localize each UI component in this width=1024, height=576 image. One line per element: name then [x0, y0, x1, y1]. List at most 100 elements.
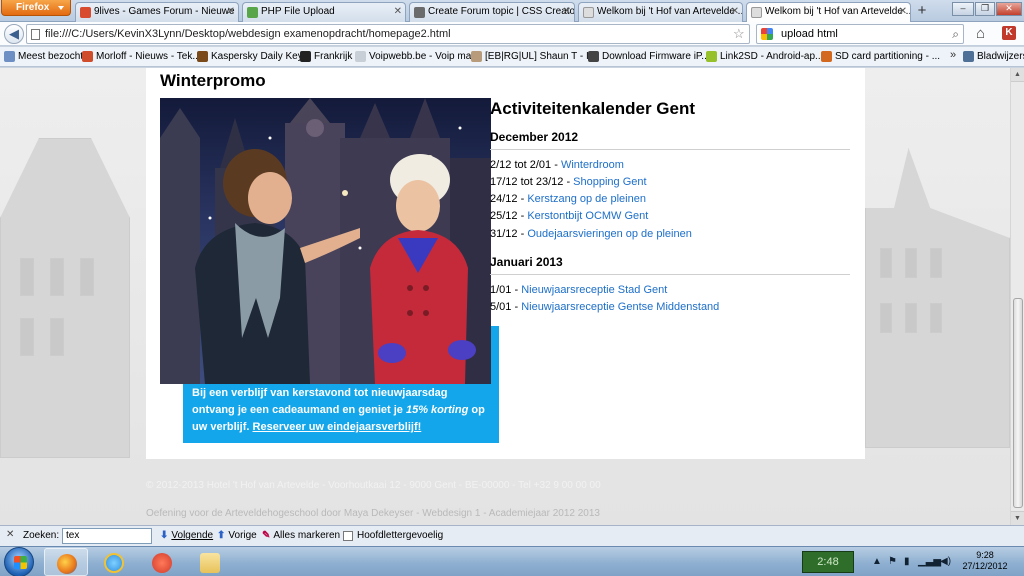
windows-logo-icon	[14, 556, 27, 569]
bookmark-label: Meest bezocht	[18, 51, 84, 62]
restore-button[interactable]: ❐	[975, 2, 995, 16]
content-panel: Winterpromo Bij een verblijf van kerstav…	[146, 68, 865, 459]
tab-bar: Firefox 9lives - Games Forum - Nieuwe ..…	[0, 0, 1024, 23]
network-icon[interactable]: ▁▃▅	[918, 556, 941, 567]
calendar-item: 24/12 - Kerstzang op de pleinen	[490, 193, 646, 205]
event-link-nieuwjaarsreceptie-stad[interactable]: Nieuwjaarsreceptie Stad Gent	[521, 284, 667, 296]
event-link-shopping-gent[interactable]: Shopping Gent	[573, 176, 646, 188]
firefox-icon	[57, 554, 77, 574]
google-search-engine-icon[interactable]	[761, 28, 773, 40]
bookmark-label: Frankrijk	[314, 51, 353, 62]
calendar-item: 1/01 - Nieuwjaarsreceptie Stad Gent	[490, 284, 667, 296]
find-previous-button[interactable]: ⬆ Vorige	[217, 530, 257, 541]
bookmark-sd-card[interactable]: SD card partitioning - ...	[821, 50, 940, 64]
tab-9lives[interactable]: 9lives - Games Forum - Nieuwe ... ✕	[75, 2, 239, 22]
calendar-item: 5/01 - Nieuwjaarsreceptie Gentse Middens…	[490, 301, 719, 313]
bookmark-download-firmware[interactable]: Download Firmware iP...	[588, 50, 710, 64]
flag-icon[interactable]: ⚑	[888, 556, 897, 567]
close-tab-icon[interactable]: ✕	[899, 3, 907, 21]
search-bar[interactable]: upload html ⌕	[756, 24, 964, 44]
reserve-link[interactable]: Reserveer uw eindejaarsverblijf!	[253, 421, 422, 433]
highlight-all-button[interactable]: ✎ Alles markeren	[262, 530, 340, 541]
battery-icon[interactable]: ▮	[904, 556, 910, 567]
find-next-button[interactable]: ⬇ Volgende	[160, 530, 213, 541]
minimize-button[interactable]: –	[952, 2, 974, 16]
match-case-label[interactable]: Hoofdlettergevoelig	[357, 530, 443, 541]
folder-icon	[963, 51, 974, 62]
bookmarks-overflow-button[interactable]: »	[950, 49, 956, 61]
bookmark-icon	[706, 51, 717, 62]
event-link-winterdroom[interactable]: Winterdroom	[561, 159, 624, 171]
system-clock[interactable]: 9:28 27/12/2012	[955, 550, 1015, 572]
tab-label: Create Forum topic | CSS Creator	[428, 6, 575, 17]
php-favicon-icon	[247, 7, 258, 18]
url-dropdown-icon[interactable]: ▼	[749, 25, 750, 43]
bookmark-icon	[471, 51, 482, 62]
tray-expand-icon[interactable]: ▲	[872, 556, 882, 567]
address-bar[interactable]: file:///C:/Users/KevinX3Lynn/Desktop/web…	[26, 24, 750, 44]
bookmark-link2sd[interactable]: Link2SD - Android-ap...	[706, 50, 823, 64]
taskbar-explorer[interactable]	[188, 548, 232, 576]
close-tab-icon[interactable]: ✕	[394, 3, 402, 21]
event-link-nieuwjaarsreceptie-middenstand[interactable]: Nieuwjaarsreceptie Gentse Middenstand	[521, 301, 719, 313]
addon-icon[interactable]: K	[1002, 26, 1016, 40]
bookmarks-folder[interactable]: Bladwijzers	[963, 50, 1024, 64]
bookmark-star-icon[interactable]: ☆	[733, 25, 745, 43]
tab-hof-van-artevelde-1[interactable]: Welkom bij 't Hof van Artevelde ... ✕	[578, 2, 743, 22]
tab-hof-van-artevelde-active[interactable]: Welkom bij 't Hof van Artevelde ... ✕	[746, 2, 911, 23]
close-tab-icon[interactable]: ✕	[563, 3, 571, 21]
bookmark-icon	[197, 51, 208, 62]
clock-date: 27/12/2012	[962, 561, 1008, 571]
event-link-kerstontbijt[interactable]: Kerstontbijt OCMW Gent	[527, 210, 648, 222]
navigation-bar: ◀ file:///C:/Users/KevinX3Lynn/Desktop/w…	[0, 22, 1024, 46]
9lives-favicon-icon	[80, 7, 91, 18]
close-tab-icon[interactable]: ✕	[227, 3, 235, 21]
taskbar-internet-explorer[interactable]	[92, 548, 136, 576]
scroll-up-arrow-icon[interactable]: ▲	[1011, 68, 1024, 82]
match-case-checkbox[interactable]	[343, 531, 353, 541]
bookmark-kaspersky[interactable]: Kaspersky Daily Keys	[197, 50, 308, 64]
close-find-bar-icon[interactable]: ✕	[6, 529, 14, 540]
scroll-thumb[interactable]	[1013, 298, 1023, 508]
bookmark-label: SD card partitioning - ...	[835, 51, 941, 62]
back-arrow-icon: ◀	[9, 26, 19, 41]
start-button[interactable]	[4, 547, 34, 576]
taskbar-firefox[interactable]	[44, 548, 88, 576]
vertical-scrollbar[interactable]: ▲ ▼	[1010, 68, 1024, 525]
bookmark-shaun-t[interactable]: [EB|RG|UL] Shaun T - I...	[471, 50, 597, 64]
ccleaner-icon	[152, 553, 172, 573]
new-tab-button[interactable]: +	[912, 3, 932, 21]
tab-label: Welkom bij 't Hof van Artevelde ...	[765, 6, 911, 17]
apple-icon	[300, 51, 311, 62]
volume-icon[interactable]: ◀)	[940, 556, 951, 567]
bookmark-meest-bezocht[interactable]: Meest bezocht	[4, 50, 83, 64]
highlighter-icon: ✎	[262, 530, 271, 541]
close-window-button[interactable]: ✕	[996, 2, 1022, 16]
tab-php-file-upload[interactable]: PHP File Upload ✕	[242, 2, 406, 22]
arrow-down-icon: ⬇	[160, 530, 169, 541]
winter-couple-image	[160, 98, 491, 384]
bookmark-morloff[interactable]: Morloff - Nieuws - Tek...	[82, 50, 201, 64]
search-icon[interactable]: ⌕	[952, 25, 959, 43]
calendar-item: 25/12 - Kerstontbijt OCMW Gent	[490, 210, 648, 222]
find-next-label: Volgende	[171, 530, 214, 541]
find-input[interactable]: tex	[62, 528, 152, 544]
footer-copyright: © 2012-2013 Hotel 't Hof van Artevelde -…	[146, 480, 601, 491]
firefox-menu-button[interactable]: Firefox	[1, 0, 71, 16]
bookmark-icon	[82, 51, 93, 62]
highlight-label: Alles markeren	[273, 530, 341, 541]
home-icon[interactable]: ⌂	[976, 25, 985, 42]
back-button[interactable]: ◀	[4, 24, 24, 44]
scroll-down-arrow-icon[interactable]: ▼	[1011, 511, 1024, 525]
close-tab-icon[interactable]: ✕	[731, 3, 739, 21]
search-input[interactable]: upload html	[781, 28, 838, 40]
taskbar-ccleaner[interactable]	[140, 548, 184, 576]
event-link-oudejaarsvieringen[interactable]: Oudejaarsvieringen op de pleinen	[527, 228, 692, 240]
windows-taskbar: 2:48 ▲ ⚑ ▮ ▁▃▅ ◀) 9:28 27/12/2012	[0, 546, 1024, 576]
bookmark-frankrijk[interactable]: Frankrijk	[300, 50, 352, 64]
clock-gadget[interactable]: 2:48	[802, 551, 854, 573]
bookmark-voipweb[interactable]: Voipwebb.be - Voip ma...	[355, 50, 480, 64]
calendar-date: 2/12 tot 2/01 -	[490, 159, 561, 171]
tab-css-creator[interactable]: Create Forum topic | CSS Creator ✕	[409, 2, 575, 22]
event-link-kerstzang[interactable]: Kerstzang op de pleinen	[527, 193, 646, 205]
